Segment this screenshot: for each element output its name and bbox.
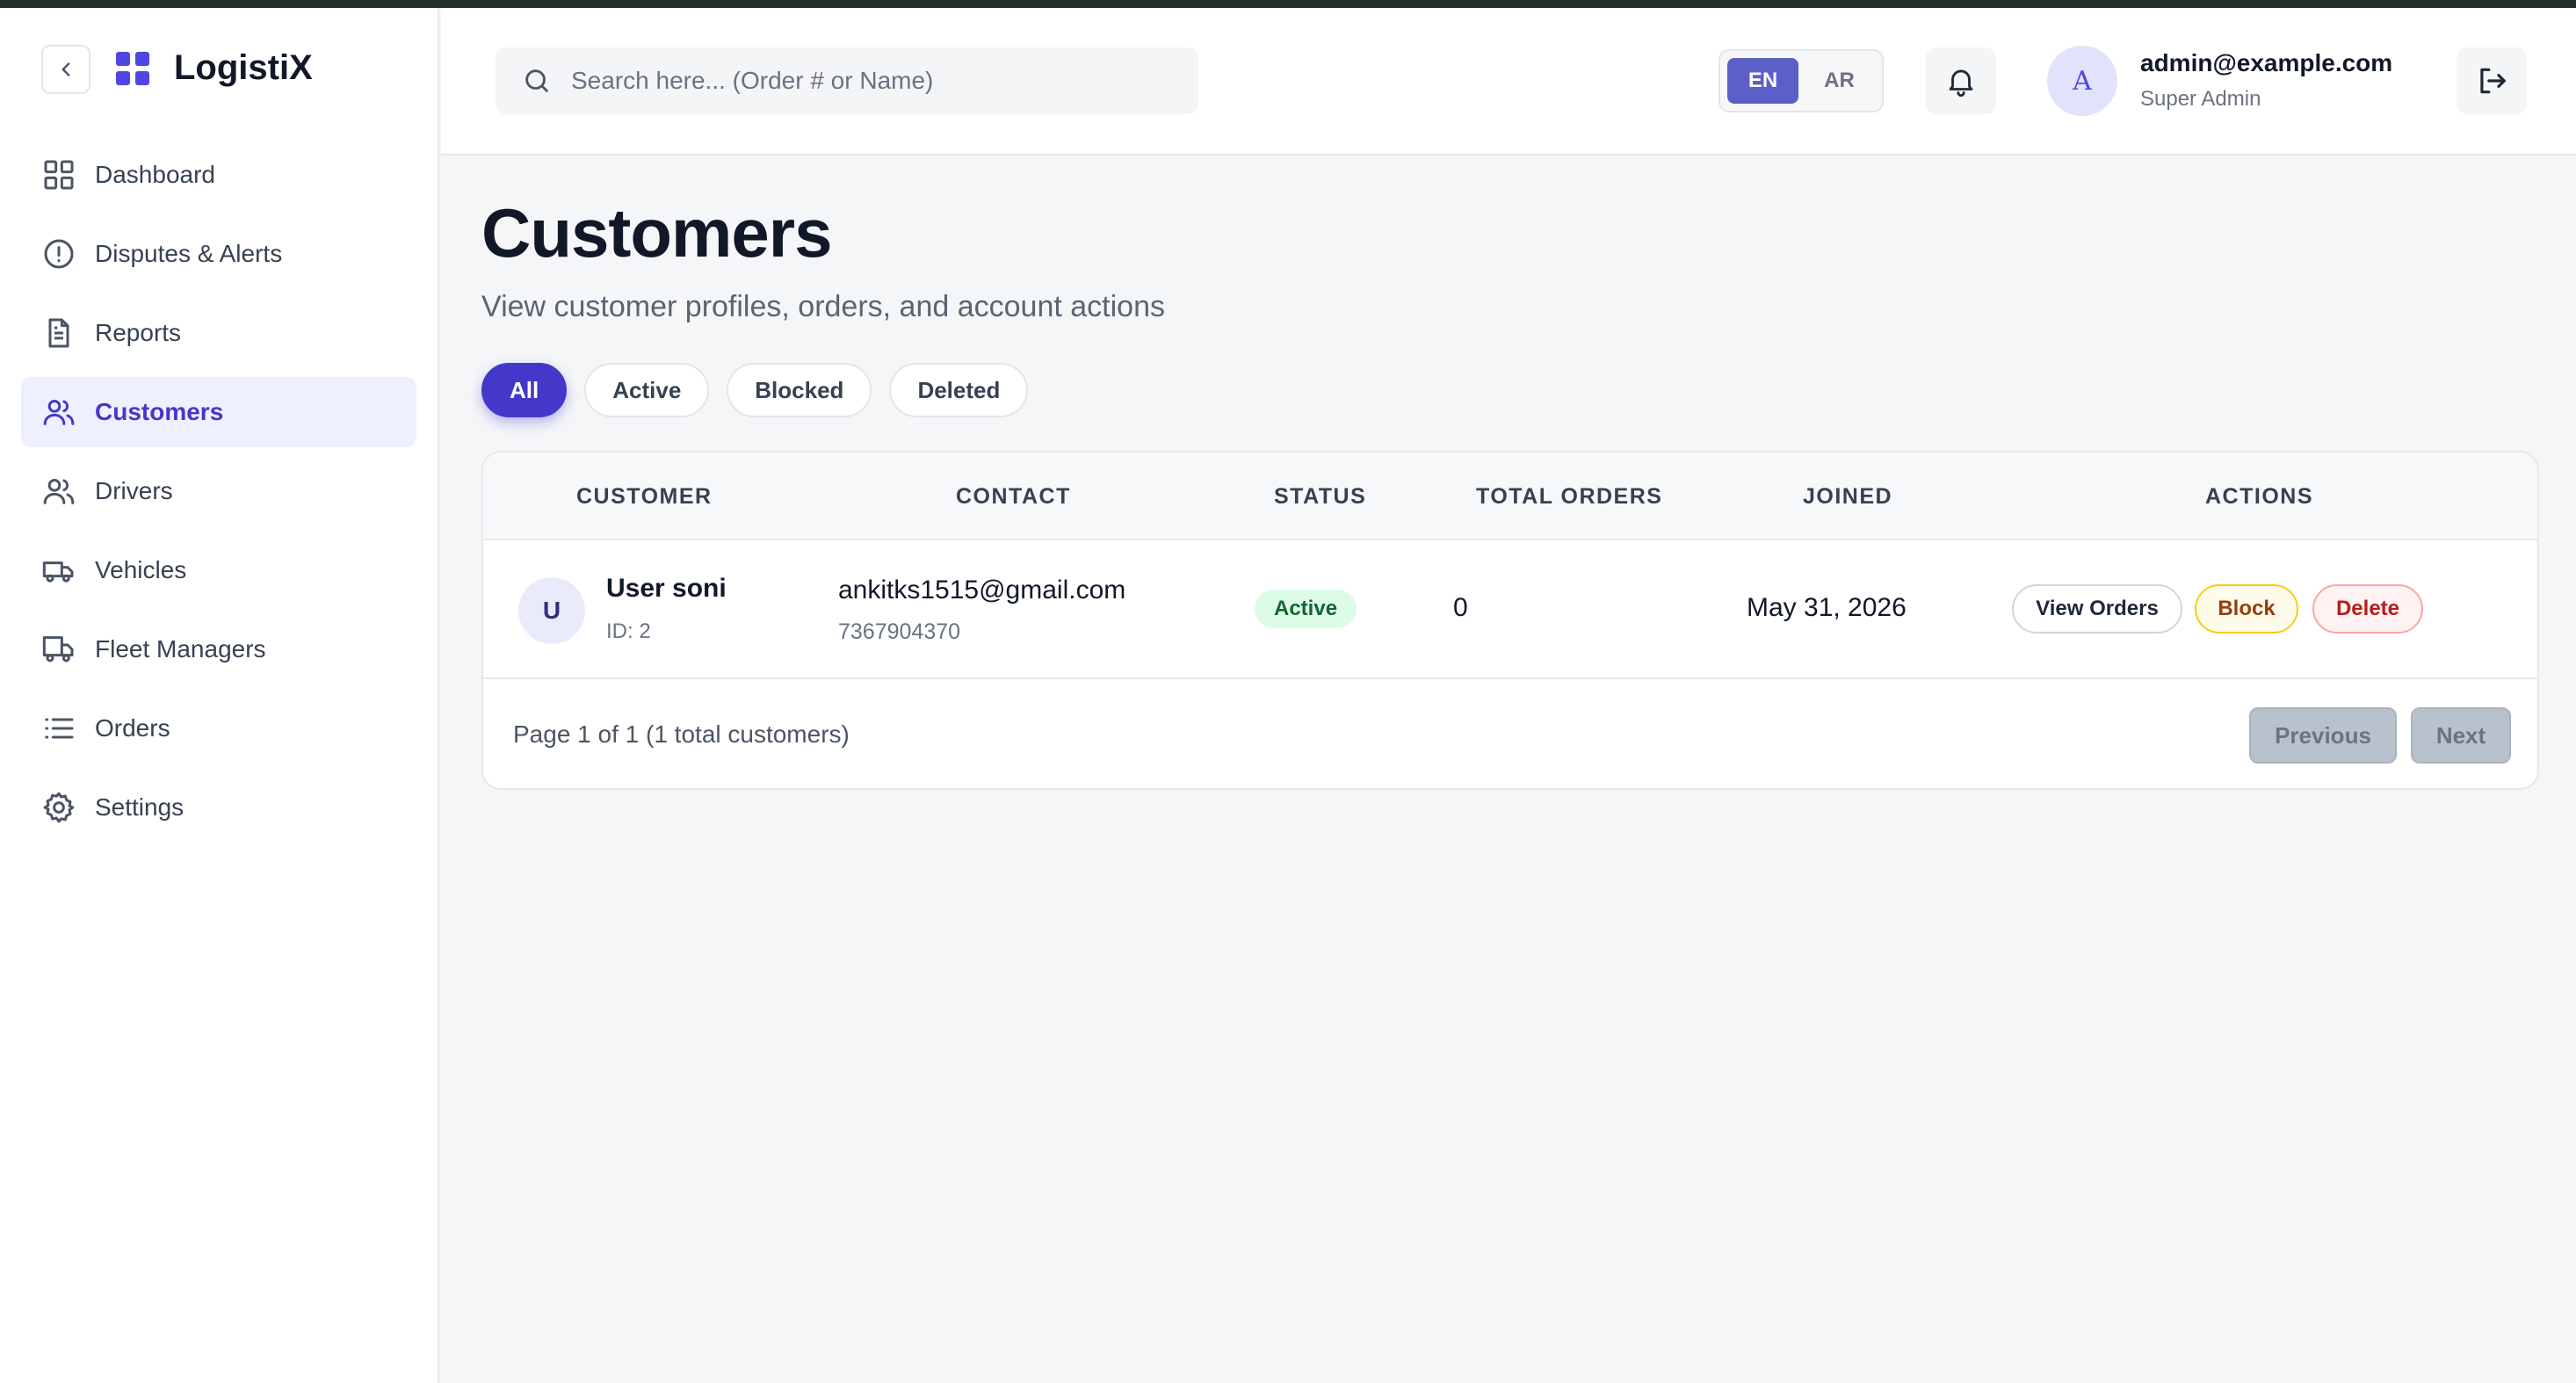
delete-button[interactable]: Delete bbox=[2312, 584, 2423, 634]
document-icon bbox=[40, 315, 77, 351]
sidebar-nav: Dashboard Disputes & Alerts Reports Cust… bbox=[21, 140, 416, 851]
users-icon bbox=[40, 473, 77, 510]
column-header-actions: ACTIONS bbox=[2205, 484, 2313, 509]
column-header-joined: JOINED bbox=[1803, 484, 1893, 509]
sidebar-item-vehicles[interactable]: Vehicles bbox=[21, 535, 416, 605]
logout-button[interactable] bbox=[2457, 47, 2527, 114]
alert-circle-icon bbox=[40, 235, 77, 272]
sidebar-item-label: Disputes & Alerts bbox=[95, 240, 283, 267]
page-subtitle: View customer profiles, orders, and acco… bbox=[481, 290, 1165, 323]
customer-avatar: U bbox=[518, 577, 585, 644]
sidebar-item-dashboard[interactable]: Dashboard bbox=[21, 140, 416, 210]
search-input[interactable] bbox=[571, 67, 1186, 95]
column-header-total-orders: TOTAL ORDERS bbox=[1476, 484, 1663, 509]
status-badge: Active bbox=[1255, 590, 1357, 628]
customer-name: User soni bbox=[606, 574, 727, 603]
search-icon bbox=[525, 69, 548, 92]
sidebar-item-label: Settings bbox=[95, 793, 185, 821]
status-filter-tabs: All Active Blocked Deleted bbox=[481, 363, 1046, 417]
column-header-contact: CONTACT bbox=[956, 484, 1071, 509]
sidebar-item-disputes[interactable]: Disputes & Alerts bbox=[21, 219, 416, 289]
sidebar-item-fleet-managers[interactable]: Fleet Managers bbox=[21, 614, 416, 684]
list-icon bbox=[40, 710, 77, 747]
truck-icon bbox=[40, 552, 77, 589]
language-switcher: EN AR bbox=[1719, 49, 1884, 112]
grid-icon bbox=[40, 156, 77, 193]
view-orders-button[interactable]: View Orders bbox=[2012, 584, 2182, 634]
next-page-button[interactable]: Next bbox=[2411, 707, 2511, 764]
sidebar-item-label: Orders bbox=[95, 714, 170, 742]
top-header: EN AR A admin@example.com Super Admin bbox=[441, 8, 2576, 156]
customer-email: ankitks1515@gmail.com bbox=[838, 576, 1126, 605]
users-icon bbox=[40, 394, 77, 431]
sidebar-item-label: Customers bbox=[95, 398, 224, 425]
total-orders-value: 0 bbox=[1453, 593, 1468, 622]
truck-icon bbox=[40, 631, 77, 668]
sidebar-item-reports[interactable]: Reports bbox=[21, 298, 416, 368]
table-row: U User soni ID: 2 ankitks1515@gmail.com … bbox=[483, 540, 2537, 679]
gear-icon bbox=[40, 789, 77, 826]
sidebar-item-label: Dashboard bbox=[95, 161, 215, 188]
language-ar-button[interactable]: AR bbox=[1804, 58, 1875, 104]
joined-date: May 31, 2026 bbox=[1747, 593, 1907, 622]
sidebar-item-customers[interactable]: Customers bbox=[21, 377, 416, 447]
chevron-left-icon bbox=[62, 62, 70, 76]
sidebar-item-label: Fleet Managers bbox=[95, 635, 266, 663]
pagination-summary: Page 1 of 1 (1 total customers) bbox=[513, 720, 850, 748]
bell-icon bbox=[1949, 69, 1973, 97]
filter-blocked[interactable]: Blocked bbox=[727, 363, 872, 417]
logout-icon bbox=[2480, 68, 2506, 94]
page-title: Customers bbox=[481, 194, 832, 272]
top-strip bbox=[0, 0, 2576, 8]
sidebar-item-label: Drivers bbox=[95, 477, 173, 504]
sidebar-item-settings[interactable]: Settings bbox=[21, 772, 416, 843]
logo-grid-icon bbox=[116, 51, 149, 85]
column-header-status: STATUS bbox=[1274, 484, 1367, 509]
collapse-sidebar-button[interactable] bbox=[41, 45, 90, 94]
block-button[interactable]: Block bbox=[2195, 584, 2298, 634]
filter-active[interactable]: Active bbox=[584, 363, 710, 417]
filter-all[interactable]: All bbox=[481, 363, 568, 417]
filter-deleted[interactable]: Deleted bbox=[889, 363, 1029, 417]
sidebar-item-label: Reports bbox=[95, 319, 182, 346]
table-header: CUSTOMER CONTACT STATUS TOTAL ORDERS JOI… bbox=[483, 453, 2537, 540]
sidebar-item-label: Vehicles bbox=[95, 556, 187, 583]
column-header-customer: CUSTOMER bbox=[576, 484, 713, 509]
notifications-button[interactable] bbox=[1926, 47, 1996, 114]
customer-phone: 7367904370 bbox=[838, 619, 961, 644]
previous-page-button[interactable]: Previous bbox=[2249, 707, 2397, 764]
user-avatar[interactable]: A bbox=[2047, 46, 2117, 116]
sidebar: LogistiX Dashboard Disputes & Alerts Rep… bbox=[0, 8, 439, 1383]
user-role: Super Admin bbox=[2140, 87, 2261, 111]
customers-table-card: CUSTOMER CONTACT STATUS TOTAL ORDERS JOI… bbox=[481, 451, 2539, 790]
search-bar[interactable] bbox=[496, 47, 1198, 114]
app-name: LogistiX bbox=[174, 48, 313, 87]
app-logo[interactable]: LogistiX bbox=[116, 48, 313, 88]
language-en-button[interactable]: EN bbox=[1727, 58, 1798, 104]
sidebar-item-drivers[interactable]: Drivers bbox=[21, 456, 416, 526]
customer-id: ID: 2 bbox=[606, 619, 651, 643]
sidebar-item-orders[interactable]: Orders bbox=[21, 693, 416, 764]
user-email: admin@example.com bbox=[2140, 49, 2393, 76]
